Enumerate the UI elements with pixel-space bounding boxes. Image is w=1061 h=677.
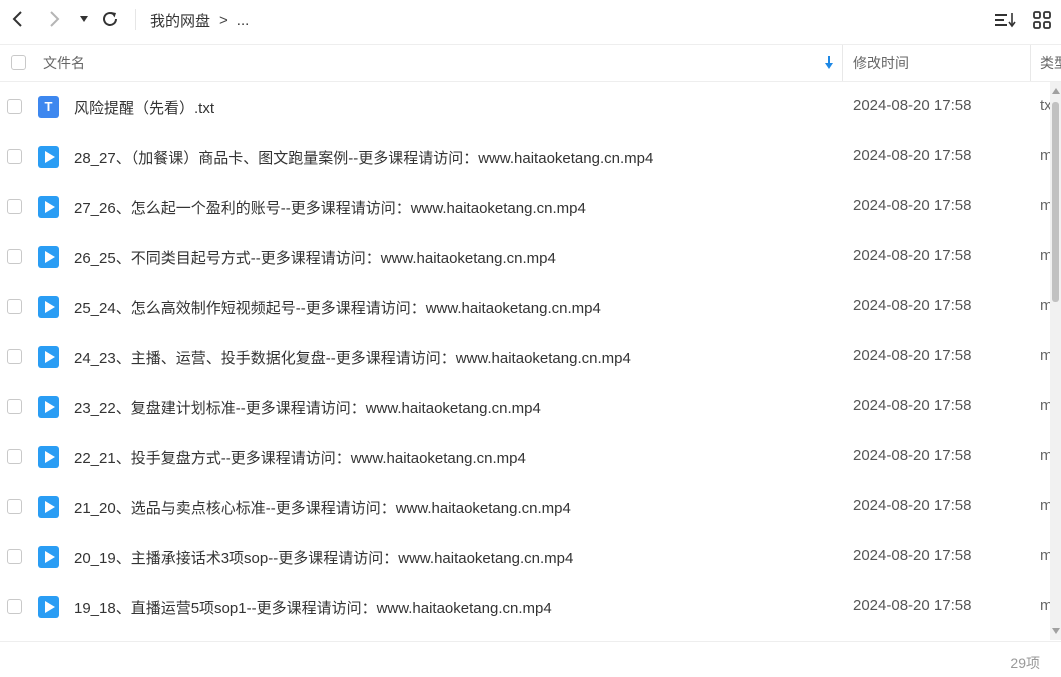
file-row[interactable]: 19_18、直播运营5项sop1--更多课程请访问：www.haitaoketa…: [0, 582, 1050, 632]
file-name[interactable]: 20_19、主播承接话术3项sop--更多课程请访问：www.haitaoket…: [74, 547, 573, 568]
file-name[interactable]: 23_22、复盘建计划标准--更多课程请访问：www.haitaoketang.…: [74, 397, 541, 418]
video-file-icon: [38, 196, 59, 218]
file-name[interactable]: 28_27、（加餐课）商品卡、图文跑量案例--更多课程请访问：www.haita…: [74, 147, 653, 168]
column-type-header[interactable]: 类型: [1040, 45, 1061, 81]
file-row[interactable]: T 风险提醒（先看）.txt 2024-08-20 17:58 txt: [0, 82, 1050, 132]
row-checkbox[interactable]: [7, 199, 22, 214]
row-checkbox[interactable]: [7, 249, 22, 264]
file-row[interactable]: 23_22、复盘建计划标准--更多课程请访问：www.haitaoketang.…: [0, 382, 1050, 432]
file-name[interactable]: 21_20、选品与卖点核心标准--更多课程请访问：www.haitaoketan…: [74, 497, 571, 518]
refresh-icon[interactable]: [100, 8, 120, 30]
column-divider[interactable]: [842, 45, 843, 81]
breadcrumb-root[interactable]: 我的网盘: [150, 10, 210, 31]
file-modified-time: 2024-08-20 17:58: [853, 197, 972, 214]
video-file-icon: [38, 146, 59, 168]
forward-icon[interactable]: [44, 8, 66, 30]
scroll-down-arrow-icon[interactable]: [1052, 628, 1060, 634]
file-modified-time: 2024-08-20 17:58: [853, 547, 972, 564]
file-row[interactable]: 25_24、怎么高效制作短视频起号--更多课程请访问：www.haitaoket…: [0, 282, 1050, 332]
video-file-icon: [38, 246, 59, 268]
scrollbar-thumb[interactable]: [1052, 102, 1059, 302]
column-name-header[interactable]: 文件名: [43, 45, 85, 81]
file-modified-time: 2024-08-20 17:58: [853, 497, 972, 514]
column-divider[interactable]: [1030, 45, 1031, 81]
file-type: mp4: [1040, 597, 1050, 614]
text-file-icon: T: [38, 96, 59, 118]
toolbar-divider: [135, 9, 136, 30]
select-all-checkbox[interactable]: [11, 55, 26, 70]
file-row[interactable]: 22_21、投手复盘方式--更多课程请访问：www.haitaoketang.c…: [0, 432, 1050, 482]
file-row[interactable]: 27_26、怎么起一个盈利的账号--更多课程请访问：www.haitaoketa…: [0, 182, 1050, 232]
file-name[interactable]: 风险提醒（先看）.txt: [74, 97, 214, 118]
breadcrumb: 我的网盘 > ...: [150, 10, 249, 31]
video-file-icon: [38, 396, 59, 418]
video-file-icon: [38, 296, 59, 318]
file-row[interactable]: 21_20、选品与卖点核心标准--更多课程请访问：www.haitaoketan…: [0, 482, 1050, 532]
status-bar: 29项: [0, 641, 1061, 677]
file-name[interactable]: 25_24、怎么高效制作短视频起号--更多课程请访问：www.haitaoket…: [74, 297, 601, 318]
item-count: 29项: [1010, 655, 1040, 671]
file-row[interactable]: 28_27、（加餐课）商品卡、图文跑量案例--更多课程请访问：www.haita…: [0, 132, 1050, 182]
file-modified-time: 2024-08-20 17:58: [853, 97, 972, 114]
row-checkbox[interactable]: [7, 599, 22, 614]
file-name[interactable]: 26_25、不同类目起号方式--更多课程请访问：www.haitaoketang…: [74, 247, 556, 268]
video-file-icon: [38, 346, 59, 368]
back-icon[interactable]: [6, 8, 28, 30]
file-modified-time: 2024-08-20 17:58: [853, 297, 972, 314]
file-type: mp4: [1040, 397, 1050, 414]
file-type: mp4: [1040, 547, 1050, 564]
video-file-icon: [38, 546, 59, 568]
row-checkbox[interactable]: [7, 149, 22, 164]
file-modified-time: 2024-08-20 17:58: [853, 247, 972, 264]
row-checkbox[interactable]: [7, 449, 22, 464]
row-checkbox[interactable]: [7, 299, 22, 314]
file-row[interactable]: 26_25、不同类目起号方式--更多课程请访问：www.haitaoketang…: [0, 232, 1050, 282]
sort-descending-icon[interactable]: [822, 55, 836, 71]
file-name[interactable]: 19_18、直播运营5项sop1--更多课程请访问：www.haitaoketa…: [74, 597, 552, 618]
video-file-icon: [38, 446, 59, 468]
file-modified-time: 2024-08-20 17:58: [853, 397, 972, 414]
row-checkbox[interactable]: [7, 99, 22, 114]
file-list: T 风险提醒（先看）.txt 2024-08-20 17:58 txt 28_27、（加…: [0, 82, 1050, 640]
file-name[interactable]: 22_21、投手复盘方式--更多课程请访问：www.haitaoketang.c…: [74, 447, 526, 468]
row-checkbox[interactable]: [7, 399, 22, 414]
toolbar: 我的网盘 > ...: [0, 0, 1061, 40]
file-modified-time: 2024-08-20 17:58: [853, 347, 972, 364]
column-header: 文件名 修改时间 类型: [0, 44, 1061, 82]
vertical-scrollbar[interactable]: [1050, 82, 1061, 640]
scroll-up-arrow-icon[interactable]: [1052, 88, 1060, 94]
file-row[interactable]: 20_19、主播承接话术3项sop--更多课程请访问：www.haitaoket…: [0, 532, 1050, 582]
file-type: mp4: [1040, 197, 1050, 214]
breadcrumb-more[interactable]: ...: [237, 12, 250, 29]
video-file-icon: [38, 596, 59, 618]
file-name[interactable]: 27_26、怎么起一个盈利的账号--更多课程请访问：www.haitaoketa…: [74, 197, 586, 218]
file-type: mp4: [1040, 297, 1050, 314]
file-modified-time: 2024-08-20 17:58: [853, 147, 972, 164]
row-checkbox[interactable]: [7, 549, 22, 564]
sort-icon[interactable]: [994, 10, 1018, 30]
video-file-icon: [38, 496, 59, 518]
row-checkbox[interactable]: [7, 349, 22, 364]
breadcrumb-separator: >: [219, 12, 228, 29]
file-type: mp4: [1040, 147, 1050, 164]
file-row[interactable]: 24_23、主播、运营、投手数据化复盘--更多课程请访问：www.haitaok…: [0, 332, 1050, 382]
file-name[interactable]: 24_23、主播、运营、投手数据化复盘--更多课程请访问：www.haitaok…: [74, 347, 631, 368]
file-type: mp4: [1040, 447, 1050, 464]
column-modified-header[interactable]: 修改时间: [853, 45, 909, 81]
file-type: mp4: [1040, 497, 1050, 514]
grid-view-icon[interactable]: [1031, 10, 1053, 30]
file-type: txt: [1040, 97, 1050, 114]
history-dropdown-icon[interactable]: [77, 12, 91, 26]
file-type: mp4: [1040, 347, 1050, 364]
file-modified-time: 2024-08-20 17:58: [853, 597, 972, 614]
file-modified-time: 2024-08-20 17:58: [853, 447, 972, 464]
row-checkbox[interactable]: [7, 499, 22, 514]
file-type: mp4: [1040, 247, 1050, 264]
